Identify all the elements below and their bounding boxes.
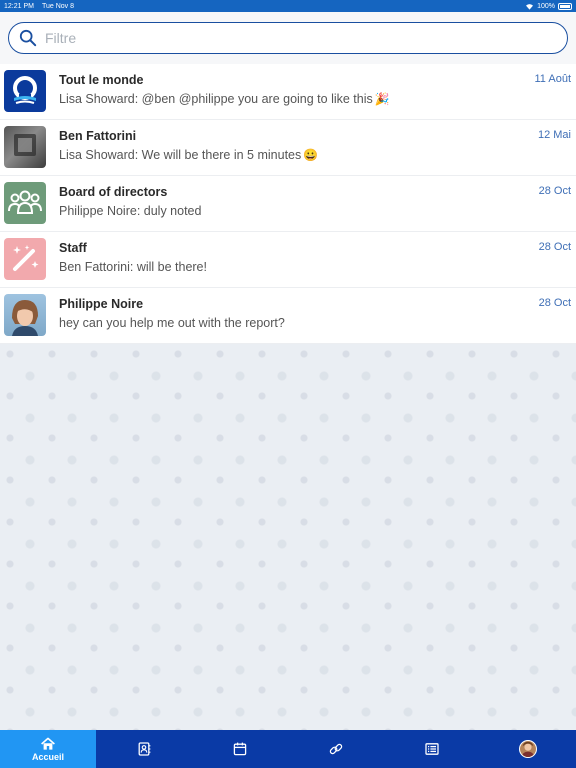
group-avatar	[4, 182, 46, 224]
conversation-item[interactable]: Tout le monde Lisa Showard: @ben @philip…	[0, 64, 576, 120]
tab-contacts[interactable]	[96, 730, 192, 768]
conversation-date: 12 Mai	[537, 129, 571, 141]
wifi-icon	[526, 3, 534, 10]
conversation-body: Board of directors Philippe Noire: duly …	[59, 182, 572, 218]
conversation-body: Philippe Noire hey can you help me out w…	[59, 294, 572, 330]
tab-list[interactable]	[384, 730, 480, 768]
smile-emoji: 😀	[303, 148, 319, 162]
contacts-icon	[138, 742, 151, 756]
profile-photo	[521, 741, 535, 757]
conversation-preview: hey can you help me out with the report?	[59, 316, 285, 330]
tab-accueil[interactable]: Accueil	[0, 730, 96, 768]
conversation-item[interactable]: Staff Ben Fattorini: will be there! 28 O…	[0, 232, 576, 288]
conversation-name: Tout le monde	[59, 73, 144, 87]
conversation-list: Tout le monde Lisa Showard: @ben @philip…	[0, 64, 576, 344]
conversation-date: 11 Août	[534, 73, 572, 85]
status-time: 12:21 PM	[4, 2, 34, 10]
magic-wand-icon	[13, 245, 39, 271]
conversation-body: Staff Ben Fattorini: will be there!	[59, 238, 572, 274]
conversation-name: Staff	[59, 241, 87, 255]
conversation-date: 28 Oct	[538, 185, 571, 197]
conversation-preview: Ben Fattorini: will be there!	[59, 260, 207, 274]
status-date: Tue Nov 8	[41, 2, 75, 10]
contact-photo-avatar	[4, 294, 46, 336]
home-icon	[41, 737, 55, 750]
preview-text: Lisa Showard: @ben @philippe you are goi…	[59, 92, 373, 106]
tab-profile[interactable]	[480, 730, 576, 768]
photo-placeholder	[14, 134, 36, 156]
conversation-body: Ben Fattorini Lisa Showard: We will be t…	[59, 126, 572, 162]
staff-avatar	[4, 238, 46, 280]
list-icon	[425, 743, 439, 755]
tab-accueil-label: Accueil	[31, 752, 64, 762]
search-icon	[19, 29, 37, 47]
contact-photo-avatar	[4, 126, 46, 168]
profile-avatar	[519, 740, 537, 758]
calendar-icon	[233, 742, 247, 756]
tab-calendar[interactable]	[192, 730, 288, 768]
status-bar: 12:21 PM Tue Nov 8 100%	[0, 0, 576, 12]
search-bar	[0, 12, 576, 64]
conversation-item[interactable]: Board of directors Philippe Noire: duly …	[0, 176, 576, 232]
conversation-date: 28 Oct	[538, 297, 571, 309]
preview-text: Lisa Showard: We will be there in 5 minu…	[59, 148, 302, 162]
link-icon	[329, 743, 343, 755]
conversation-preview: Lisa Showard: We will be there in 5 minu…	[59, 148, 572, 162]
conversation-name: Board of directors	[59, 185, 168, 199]
conversation-date: 28 Oct	[538, 241, 571, 253]
conversation-item[interactable]: Philippe Noire hey can you help me out w…	[0, 288, 576, 344]
search-field[interactable]	[8, 22, 568, 54]
conversation-item[interactable]: Ben Fattorini Lisa Showard: We will be t…	[0, 120, 576, 176]
battery-percent: 100%	[537, 2, 555, 10]
conversation-preview: Lisa Showard: @ben @philippe you are goi…	[59, 92, 572, 106]
chat-background-pattern	[0, 344, 576, 730]
search-input[interactable]	[45, 30, 557, 46]
party-emoji: 🎉	[374, 92, 390, 106]
group-icon	[8, 190, 42, 214]
conversation-body: Tout le monde Lisa Showard: @ben @philip…	[59, 70, 572, 106]
person-photo	[12, 300, 38, 336]
tab-links[interactable]	[288, 730, 384, 768]
tab-bar: Accueil	[0, 730, 576, 768]
conversation-name: Ben Fattorini	[59, 129, 137, 143]
organization-logo-icon	[13, 76, 37, 104]
conversation-name: Philippe Noire	[59, 297, 144, 311]
organization-logo-avatar	[4, 70, 46, 112]
battery-icon	[558, 2, 572, 10]
conversation-preview: Philippe Noire: duly noted	[59, 204, 202, 218]
status-right: 100%	[525, 2, 572, 10]
